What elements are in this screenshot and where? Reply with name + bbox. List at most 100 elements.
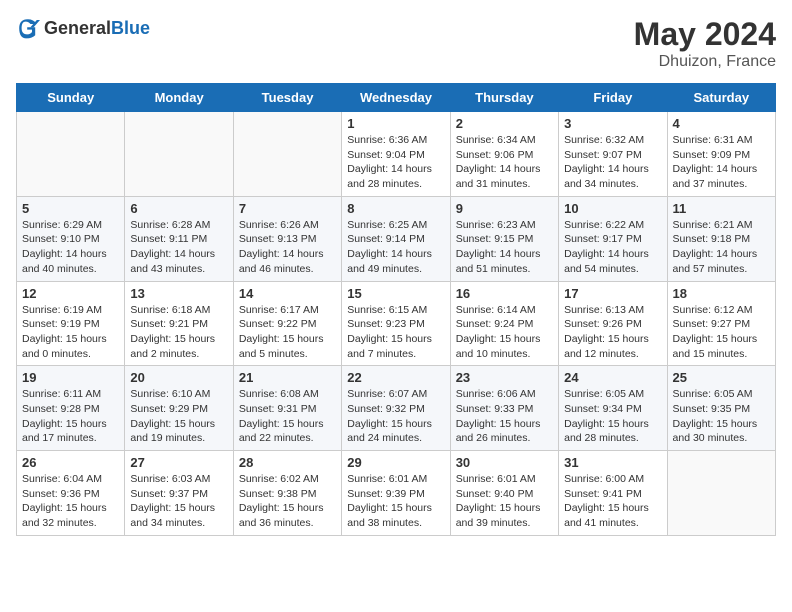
calendar-cell: 3 Sunrise: 6:32 AMSunset: 9:07 PMDaylight… (559, 112, 667, 197)
day-info: Sunrise: 6:17 AMSunset: 9:22 PMDaylight:… (239, 303, 336, 362)
date-number: 15 (347, 286, 444, 301)
calendar-title: May 2024 (634, 16, 776, 53)
day-header-saturday: Saturday (667, 84, 775, 112)
week-row-3: 12 Sunrise: 6:19 AMSunset: 9:19 PMDayligh… (17, 281, 776, 366)
day-header-tuesday: Tuesday (233, 84, 341, 112)
day-info: Sunrise: 6:07 AMSunset: 9:32 PMDaylight:… (347, 387, 444, 446)
title-area: May 2024 Dhuizon, France (634, 16, 776, 71)
calendar-cell: 29 Sunrise: 6:01 AMSunset: 9:39 PMDayligh… (342, 451, 450, 536)
date-number: 9 (456, 201, 553, 216)
calendar-cell: 21 Sunrise: 6:08 AMSunset: 9:31 PMDayligh… (233, 366, 341, 451)
day-info: Sunrise: 6:36 AMSunset: 9:04 PMDaylight:… (347, 133, 444, 192)
day-info: Sunrise: 6:05 AMSunset: 9:35 PMDaylight:… (673, 387, 770, 446)
date-number: 6 (130, 201, 227, 216)
calendar-cell: 7 Sunrise: 6:26 AMSunset: 9:13 PMDaylight… (233, 196, 341, 281)
date-number: 7 (239, 201, 336, 216)
date-number: 19 (22, 370, 119, 385)
date-number: 12 (22, 286, 119, 301)
date-number: 22 (347, 370, 444, 385)
date-number: 26 (22, 455, 119, 470)
day-info: Sunrise: 6:32 AMSunset: 9:07 PMDaylight:… (564, 133, 661, 192)
date-number: 30 (456, 455, 553, 470)
calendar-cell (125, 112, 233, 197)
day-info: Sunrise: 6:26 AMSunset: 9:13 PMDaylight:… (239, 218, 336, 277)
calendar-cell: 16 Sunrise: 6:14 AMSunset: 9:24 PMDayligh… (450, 281, 558, 366)
day-info: Sunrise: 6:08 AMSunset: 9:31 PMDaylight:… (239, 387, 336, 446)
date-number: 3 (564, 116, 661, 131)
date-number: 1 (347, 116, 444, 131)
day-header-friday: Friday (559, 84, 667, 112)
calendar-cell: 10 Sunrise: 6:22 AMSunset: 9:17 PMDayligh… (559, 196, 667, 281)
calendar-cell: 5 Sunrise: 6:29 AMSunset: 9:10 PMDaylight… (17, 196, 125, 281)
date-number: 14 (239, 286, 336, 301)
calendar-cell: 23Sunrise: 6:06 AMSunset: 9:33 PMDayligh… (450, 366, 558, 451)
date-number: 29 (347, 455, 444, 470)
day-info: Sunrise: 6:03 AMSunset: 9:37 PMDaylight:… (130, 472, 227, 531)
day-header-monday: Monday (125, 84, 233, 112)
date-number: 11 (673, 201, 770, 216)
date-number: 13 (130, 286, 227, 301)
day-info: Sunrise: 6:01 AMSunset: 9:40 PMDaylight:… (456, 472, 553, 531)
calendar-cell: 17Sunrise: 6:13 AMSunset: 9:26 PMDayligh… (559, 281, 667, 366)
calendar-cell: 18 Sunrise: 6:12 AMSunset: 9:27 PMDayligh… (667, 281, 775, 366)
date-number: 21 (239, 370, 336, 385)
day-info: Sunrise: 6:02 AMSunset: 9:38 PMDaylight:… (239, 472, 336, 531)
day-info: Sunrise: 6:28 AMSunset: 9:11 PMDaylight:… (130, 218, 227, 277)
date-number: 17 (564, 286, 661, 301)
day-info: Sunrise: 6:06 AMSunset: 9:33 PMDaylight:… (456, 387, 553, 446)
day-info: Sunrise: 6:12 AMSunset: 9:27 PMDaylight:… (673, 303, 770, 362)
day-info: Sunrise: 6:05 AMSunset: 9:34 PMDaylight:… (564, 387, 661, 446)
day-info: Sunrise: 6:25 AMSunset: 9:14 PMDaylight:… (347, 218, 444, 277)
calendar-cell: 30 Sunrise: 6:01 AMSunset: 9:40 PMDayligh… (450, 451, 558, 536)
calendar-cell (667, 451, 775, 536)
date-number: 31 (564, 455, 661, 470)
calendar-cell: 31Sunrise: 6:00 AMSunset: 9:41 PMDayligh… (559, 451, 667, 536)
calendar-cell: 12 Sunrise: 6:19 AMSunset: 9:19 PMDayligh… (17, 281, 125, 366)
date-number: 10 (564, 201, 661, 216)
calendar-cell: 1 Sunrise: 6:36 AMSunset: 9:04 PMDaylight… (342, 112, 450, 197)
calendar-cell: 14 Sunrise: 6:17 AMSunset: 9:22 PMDayligh… (233, 281, 341, 366)
calendar-cell: 24 Sunrise: 6:05 AMSunset: 9:34 PMDayligh… (559, 366, 667, 451)
page-header: GeneralBlue May 2024 Dhuizon, France (16, 16, 776, 71)
week-row-5: 26Sunrise: 6:04 AMSunset: 9:36 PMDayligh… (17, 451, 776, 536)
day-header-thursday: Thursday (450, 84, 558, 112)
week-row-2: 5 Sunrise: 6:29 AMSunset: 9:10 PMDaylight… (17, 196, 776, 281)
calendar-cell: 4Sunrise: 6:31 AMSunset: 9:09 PMDaylight… (667, 112, 775, 197)
calendar-cell: 27 Sunrise: 6:03 AMSunset: 9:37 PMDayligh… (125, 451, 233, 536)
day-info: Sunrise: 6:14 AMSunset: 9:24 PMDaylight:… (456, 303, 553, 362)
day-info: Sunrise: 6:11 AMSunset: 9:28 PMDaylight:… (22, 387, 119, 446)
calendar-subtitle: Dhuizon, France (634, 53, 776, 71)
calendar-cell: 9Sunrise: 6:23 AMSunset: 9:15 PMDaylight… (450, 196, 558, 281)
calendar-cell: 6 Sunrise: 6:28 AMSunset: 9:11 PMDaylight… (125, 196, 233, 281)
day-info: Sunrise: 6:21 AMSunset: 9:18 PMDaylight:… (673, 218, 770, 277)
date-number: 27 (130, 455, 227, 470)
date-number: 5 (22, 201, 119, 216)
logo-blue: Blue (111, 18, 150, 38)
calendar-cell: 19 Sunrise: 6:11 AMSunset: 9:28 PMDayligh… (17, 366, 125, 451)
days-header-row: SundayMondayTuesdayWednesdayThursdayFrid… (17, 84, 776, 112)
date-number: 24 (564, 370, 661, 385)
calendar-cell: 20 Sunrise: 6:10 AMSunset: 9:29 PMDayligh… (125, 366, 233, 451)
day-info: Sunrise: 6:22 AMSunset: 9:17 PMDaylight:… (564, 218, 661, 277)
day-info: Sunrise: 6:34 AMSunset: 9:06 PMDaylight:… (456, 133, 553, 192)
date-number: 18 (673, 286, 770, 301)
day-info: Sunrise: 6:01 AMSunset: 9:39 PMDaylight:… (347, 472, 444, 531)
calendar-cell: 25 Sunrise: 6:05 AMSunset: 9:35 PMDayligh… (667, 366, 775, 451)
logo-icon (16, 16, 40, 40)
calendar-cell: 15Sunrise: 6:15 AMSunset: 9:23 PMDayligh… (342, 281, 450, 366)
date-number: 4 (673, 116, 770, 131)
day-info: Sunrise: 6:29 AMSunset: 9:10 PMDaylight:… (22, 218, 119, 277)
day-info: Sunrise: 6:19 AMSunset: 9:19 PMDaylight:… (22, 303, 119, 362)
date-number: 28 (239, 455, 336, 470)
week-row-1: 1 Sunrise: 6:36 AMSunset: 9:04 PMDaylight… (17, 112, 776, 197)
calendar-cell: 2Sunrise: 6:34 AMSunset: 9:06 PMDaylight… (450, 112, 558, 197)
day-info: Sunrise: 6:10 AMSunset: 9:29 PMDaylight:… (130, 387, 227, 446)
calendar-cell: 26Sunrise: 6:04 AMSunset: 9:36 PMDayligh… (17, 451, 125, 536)
date-number: 8 (347, 201, 444, 216)
day-header-sunday: Sunday (17, 84, 125, 112)
calendar-table: SundayMondayTuesdayWednesdayThursdayFrid… (16, 83, 776, 536)
date-number: 25 (673, 370, 770, 385)
week-row-4: 19 Sunrise: 6:11 AMSunset: 9:28 PMDayligh… (17, 366, 776, 451)
date-number: 20 (130, 370, 227, 385)
date-number: 16 (456, 286, 553, 301)
